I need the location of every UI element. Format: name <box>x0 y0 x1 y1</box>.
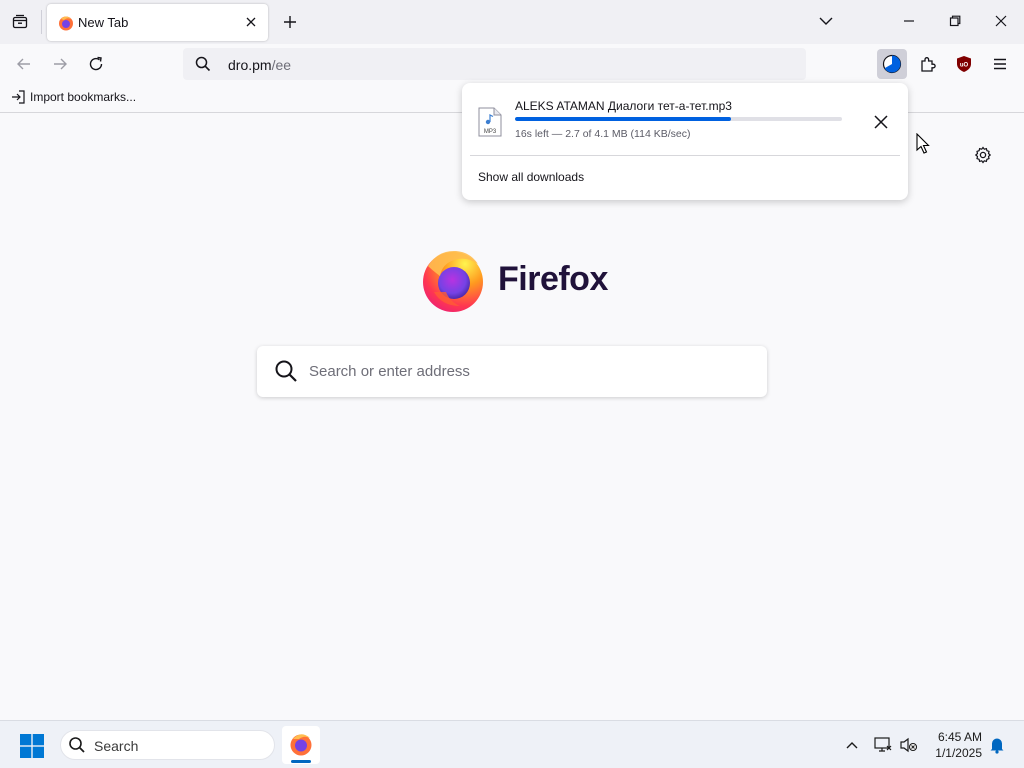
tab-new-tab[interactable]: New Tab <box>47 4 268 41</box>
bell-icon <box>990 738 1004 754</box>
firefox-app-icon <box>290 734 312 756</box>
tab-separator <box>41 10 42 34</box>
restore-icon <box>949 15 961 27</box>
taskbar-firefox-button[interactable] <box>282 726 320 764</box>
navigation-toolbar: dro.pm/ee uO <box>0 44 1024 84</box>
taskbar-search-box[interactable]: Search <box>60 730 275 760</box>
download-status: 16s left — 2.7 of 4.1 MB (114 KB/sec) <box>515 128 691 140</box>
forward-button[interactable] <box>46 50 74 78</box>
tab-title: New Tab <box>78 15 129 30</box>
app-menu-button[interactable] <box>985 49 1015 79</box>
import-icon <box>12 90 25 104</box>
newtab-search-box[interactable] <box>257 346 767 397</box>
mouse-cursor-icon <box>916 133 930 154</box>
download-progress-fill <box>515 117 731 121</box>
back-arrow-icon <box>17 58 30 70</box>
show-all-downloads-label: Show all downloads <box>478 170 585 184</box>
download-progress-bar <box>515 117 842 121</box>
url-host: dro.pm <box>228 57 272 73</box>
download-file-name: ALEKS ATAMAN Диалоги тет-а-тет.mp3 <box>515 99 732 113</box>
show-all-downloads-button[interactable]: Show all downloads <box>478 170 584 184</box>
download-item[interactable]: MP3 ALEKS ATAMAN Диалоги тет-а-тет.mp3 1… <box>470 91 900 151</box>
search-icon <box>195 56 211 72</box>
firefox-wordmark: Firefox <box>498 260 608 298</box>
hamburger-menu-icon <box>994 58 1006 70</box>
newtab-search-input[interactable] <box>309 358 749 384</box>
close-icon <box>995 15 1007 27</box>
firefox-view-button[interactable] <box>8 10 32 34</box>
network-button[interactable] <box>873 735 893 755</box>
windows-taskbar: Search 6:45 AM 1/1/2025 <box>0 720 1024 768</box>
firefox-favicon-icon <box>59 16 73 31</box>
import-bookmarks-label: Import bookmarks... <box>30 90 137 104</box>
downloads-button[interactable] <box>877 49 907 79</box>
extensions-button[interactable] <box>913 49 943 79</box>
ublock-origin-button[interactable]: uO <box>949 49 979 79</box>
clock-time: 6:45 AM <box>937 730 982 744</box>
reload-icon <box>89 56 103 71</box>
show-hidden-icons-button[interactable] <box>842 735 862 755</box>
list-all-tabs-button[interactable] <box>811 6 841 36</box>
panel-divider <box>470 155 900 156</box>
minimize-button[interactable] <box>894 6 924 36</box>
close-icon <box>874 115 888 129</box>
new-tab-page: Firefox <box>0 114 1024 720</box>
downloads-panel: MP3 ALEKS ATAMAN Диалоги тет-а-тет.mp3 1… <box>462 83 908 200</box>
volume-button[interactable] <box>899 735 919 755</box>
clock-date: 1/1/2025 <box>935 746 982 760</box>
tab-strip: New Tab <box>0 0 1024 44</box>
chevron-down-icon <box>819 17 833 25</box>
back-button[interactable] <box>10 50 38 78</box>
chevron-up-icon <box>846 742 858 749</box>
ublock-shield-icon: uO <box>957 56 971 72</box>
download-progress-icon <box>882 54 902 74</box>
file-type-label: MP3 <box>484 129 497 135</box>
restore-button[interactable] <box>940 6 970 36</box>
forward-arrow-icon <box>54 58 67 70</box>
firefox-view-icon <box>12 14 28 29</box>
url-text: dro.pm/ee <box>228 57 291 73</box>
system-clock[interactable]: 6:45 AM 1/1/2025 <box>926 729 982 761</box>
puzzle-piece-icon <box>921 57 936 72</box>
plus-icon <box>284 16 296 28</box>
minimize-icon <box>904 20 914 22</box>
search-icon <box>69 737 85 753</box>
windows-start-icon[interactable] <box>20 734 44 758</box>
gear-icon <box>974 146 992 164</box>
import-bookmarks-button[interactable]: Import bookmarks... <box>10 90 136 104</box>
active-app-indicator <box>291 760 311 763</box>
svg-text:uO: uO <box>960 63 969 69</box>
network-icon <box>874 737 892 752</box>
taskbar-search-label: Search <box>94 738 139 754</box>
url-bar[interactable]: dro.pm/ee <box>183 48 806 80</box>
search-icon <box>275 360 297 382</box>
notifications-button[interactable] <box>987 735 1007 755</box>
reload-button[interactable] <box>82 50 110 78</box>
audio-file-icon: MP3 <box>478 107 502 137</box>
cancel-download-button[interactable] <box>870 111 892 133</box>
tab-close-button[interactable] <box>242 13 260 31</box>
personalize-button[interactable] <box>972 144 994 166</box>
close-icon <box>246 17 256 27</box>
url-path: /ee <box>271 57 292 73</box>
new-tab-button[interactable] <box>278 10 302 34</box>
close-window-button[interactable] <box>986 6 1016 36</box>
firefox-logo-icon <box>423 250 483 312</box>
volume-muted-icon <box>900 737 918 753</box>
firefox-logo: Firefox <box>420 248 610 312</box>
